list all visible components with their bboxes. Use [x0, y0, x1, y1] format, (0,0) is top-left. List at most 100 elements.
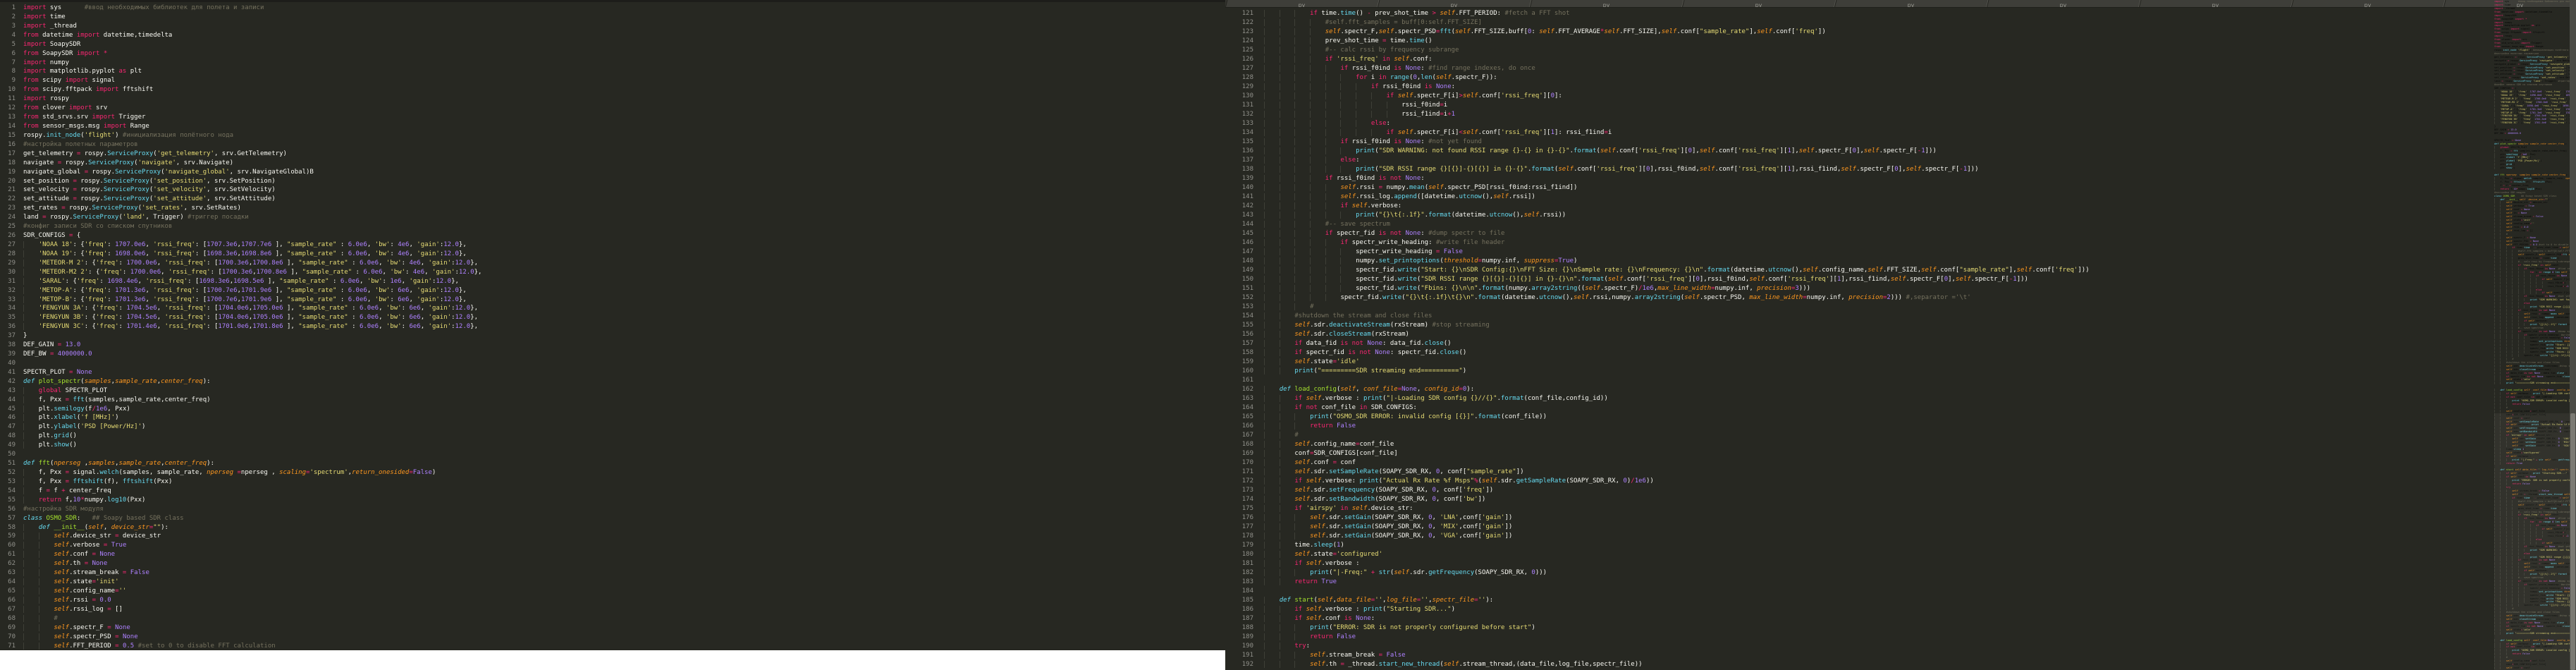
code-line[interactable]: 4from datetime import datetime,timedelta — [0, 31, 1225, 40]
code-line[interactable]: 136 print("SDR WARNING: not found RSSI r… — [1225, 147, 2576, 156]
editor-tab[interactable]: py — [1680, 0, 1836, 8]
code-line[interactable]: 150 spectr_fid.write("SDR RSSI range {}[… — [1225, 275, 2576, 284]
code-line[interactable]: 166 return False — [1225, 422, 2576, 431]
code-line[interactable]: 31 'SARAL': {'freq': 1698.4e6, 'rssi_fre… — [0, 277, 1225, 286]
code-line[interactable]: 128 for i in range(0,len(self.spectr_F))… — [1225, 73, 2576, 83]
code-line[interactable]: 141 self.rssi_log.append([datetime.utcno… — [1225, 193, 2576, 202]
code-line[interactable]: 151 spectr_fid.write("Fbins: {}\n\n".for… — [1225, 284, 2576, 293]
code-line[interactable]: 178 self.sdr.setGain(SOAPY_SDR_RX, 0, 'V… — [1225, 532, 2576, 541]
code-line[interactable]: 34 'FENGYUN 3A': {'freq': 1704.5e6, 'rss… — [0, 304, 1225, 313]
code-line[interactable]: 138 print("SDR RSSI range {}[{}]-{}[{}] … — [1225, 165, 2576, 174]
code-line[interactable]: 143 print("{}\t{:.1f}".format(datetime.u… — [1225, 211, 2576, 220]
code-line[interactable]: 36 'FENGYUN 3C': {'freq': 1701.4e6, 'rss… — [0, 322, 1225, 331]
code-line[interactable]: 181 if self.verbose : — [1225, 559, 2576, 568]
code-line[interactable]: 168 self.config_name=conf_file — [1225, 440, 2576, 449]
code-line[interactable]: 59 self.device_str = device_str — [0, 532, 1225, 541]
left-editor-pane[interactable]: 1import sys #ввод необходимых библиотек … — [0, 0, 1225, 650]
code-line[interactable]: 44 f, Pxx = fft(samples,sample_rate,cent… — [0, 396, 1225, 405]
code-line[interactable]: 68 # — [0, 614, 1225, 623]
code-line[interactable]: 32 'METOP-A': {'freq': 1701.3e6, 'rssi_f… — [0, 286, 1225, 296]
code-line[interactable]: 15rospy.init_node('flight') #инициализац… — [0, 131, 1225, 140]
code-line[interactable]: 152 spectr_fid.write("{}\t{:.1f}\t{}\n".… — [1225, 293, 2576, 303]
code-line[interactable]: 186 if self.verbose : print("Starting SD… — [1225, 605, 2576, 614]
tab-bar[interactable]: pypypypypypypypypy — [1225, 0, 2576, 8]
code-line[interactable]: 10from scipy.fftpack import fftshift — [0, 85, 1225, 95]
code-line[interactable]: 7import numpy — [0, 59, 1225, 68]
code-line[interactable]: 57class OSMO_SDR: ## Soapy based SDR cla… — [0, 514, 1225, 523]
code-line[interactable]: 43 global SPECTR_PLOT — [0, 386, 1225, 396]
code-line[interactable]: 133 else: — [1225, 119, 2576, 128]
code-line[interactable]: 179 time.sleep(1) — [1225, 541, 2576, 550]
code-line[interactable]: 159 self.state='idle' — [1225, 358, 2576, 367]
code-line[interactable]: 27 'NOAA 18': {'freq': 1707.0e6, 'rssi_f… — [0, 240, 1225, 250]
code-line[interactable]: 69 self.spectr_F = None — [0, 623, 1225, 633]
code-line[interactable]: 8import matplotlib.pyplot as plt — [0, 67, 1225, 76]
editor-tab[interactable]: py — [1528, 0, 1683, 8]
code-line[interactable]: 161 — [1225, 376, 2576, 385]
code-line[interactable]: 56#настройка SDR модуля — [0, 505, 1225, 514]
code-line[interactable]: 135 if rssi_f0ind is None: #not yet foun… — [1225, 138, 2576, 147]
code-line[interactable]: 67 self.rssi_log = [] — [0, 605, 1225, 614]
editor-tab[interactable]: py — [1832, 0, 1988, 8]
code-line[interactable]: 134 if self.spectr_F[i]<self.conf['rssi_… — [1225, 128, 2576, 138]
code-line[interactable]: 58 def __init__(self, device_str=""): — [0, 523, 1225, 532]
code-line[interactable]: 23set_rates = rospy.ServiceProxy('set_ra… — [0, 204, 1225, 213]
code-line[interactable]: 175 if 'airspy' in self.device_str: — [1225, 504, 2576, 513]
editor-tab[interactable]: py — [2137, 0, 2293, 8]
code-line[interactable]: 171 self.sdr.setSampleRate(SOAPY_SDR_RX,… — [1225, 468, 2576, 477]
code-line[interactable]: 144 #-- save spectrum — [1225, 220, 2576, 229]
code-line[interactable]: 3import _thread — [0, 22, 1225, 31]
code-line[interactable]: 49 plt.show() — [0, 441, 1225, 450]
code-line[interactable]: 148 numpy.set_printoptions(threshold=num… — [1225, 257, 2576, 266]
code-line[interactable]: 158 if spectr_fid is not None: spectr_fi… — [1225, 348, 2576, 358]
code-line[interactable]: 122 #self.fft_samples = buff[0:self.FFT_… — [1225, 18, 2576, 28]
code-line[interactable]: 130 if self.spectr_F[i]>self.conf['rssi_… — [1225, 92, 2576, 101]
code-line[interactable]: 157 if data_fid is not None: data_fid.cl… — [1225, 339, 2576, 348]
code-line[interactable]: 160 print("=========SDR streaming end===… — [1225, 367, 2576, 376]
code-line[interactable]: 165 print("OSMO_SDR ERROR: invalid confi… — [1225, 413, 2576, 422]
code-line[interactable]: 11import rospy — [0, 95, 1225, 104]
code-line[interactable]: 172 if self.verbose: print("Actual Rx Ra… — [1225, 477, 2576, 486]
code-line[interactable]: 125 #-- calc rssi by frequency subrange — [1225, 46, 2576, 55]
code-line[interactable]: 131 rssi_f0ind=i — [1225, 101, 2576, 110]
code-line[interactable]: 140 self.rssi = numpy.mean(self.spectr_P… — [1225, 183, 2576, 193]
code-line[interactable]: 2import time — [0, 13, 1225, 22]
code-line[interactable]: 50 — [0, 450, 1225, 459]
code-line[interactable]: 176 self.sdr.setGain(SOAPY_SDR_RX, 0, 'L… — [1225, 513, 2576, 523]
code-line[interactable]: 46 plt.xlabel('f [MHz]') — [0, 413, 1225, 422]
code-line[interactable]: 6from SoapySDR import * — [0, 49, 1225, 59]
code-line[interactable]: 22set_attitude = rospy.ServiceProxy('set… — [0, 195, 1225, 204]
code-line[interactable]: 20set_position = rospy.ServiceProxy('set… — [0, 177, 1225, 186]
code-line[interactable]: 55 return f,10*numpy.log10(Pxx) — [0, 496, 1225, 505]
code-line[interactable]: 169 conf=SDR_CONFIGS[conf_file] — [1225, 449, 2576, 458]
left-code-area[interactable]: 1import sys #ввод необходимых библиотек … — [0, 2, 1225, 650]
code-line[interactable]: 14from sensor_msgs.msg import Range — [0, 122, 1225, 131]
code-line[interactable]: 52 f, Pxx = signal.welch(samples, sample… — [0, 468, 1225, 477]
code-line[interactable]: 146 if spectr_write_heading: #write file… — [1225, 238, 2576, 248]
code-line[interactable]: 127 if rssi_f0ind is None: #find range i… — [1225, 64, 2576, 73]
code-line[interactable]: 180 self.state='configured' — [1225, 550, 2576, 559]
code-line[interactable]: 5import SoapySDR — [0, 40, 1225, 49]
code-line[interactable]: 53 f, Pxx = fftshift(f), fftshift(Pxx) — [0, 477, 1225, 487]
code-line[interactable]: 45 plt.semilogy(f/1e6, Pxx) — [0, 405, 1225, 414]
code-line[interactable]: 47 plt.ylabel('PSD [Power/Hz]') — [0, 422, 1225, 432]
code-line[interactable]: 190 try: — [1225, 642, 2576, 651]
code-line[interactable]: 149 spectr_fid.write("Start: {}\nSDR Con… — [1225, 266, 2576, 275]
code-line[interactable]: 187 if self.conf is None: — [1225, 614, 2576, 623]
code-line[interactable]: 19navigate_global = rospy.ServiceProxy('… — [0, 168, 1225, 177]
right-code-area[interactable]: 121 if time.time() - prev_shot_time > se… — [1225, 8, 2576, 669]
code-line[interactable]: 17get_telemetry = rospy.ServiceProxy('ge… — [0, 150, 1225, 159]
code-line[interactable]: 37} — [0, 331, 1225, 341]
code-line[interactable]: 139 if rssi_f0ind is not None: — [1225, 174, 2576, 183]
code-line[interactable]: 65 self.config_name='' — [0, 587, 1225, 596]
code-line[interactable]: 51def fft(nperseg ,samples,sample_rate,c… — [0, 459, 1225, 468]
code-line[interactable]: 145 if spectr_fid is not None: #dump spe… — [1225, 229, 2576, 238]
code-line[interactable]: 24land = rospy.ServiceProxy('land', Trig… — [0, 213, 1225, 222]
code-line[interactable]: 147 spectr_write_heading = False — [1225, 248, 2576, 257]
code-line[interactable]: 188 print("ERROR: SDR is not properly co… — [1225, 623, 2576, 633]
code-line[interactable]: 48 plt.grid() — [0, 432, 1225, 441]
code-line[interactable]: 62 self.th = None — [0, 559, 1225, 568]
code-line[interactable]: 25#конфиг записи SDR со списком спутнико… — [0, 222, 1225, 231]
code-line[interactable]: 124 prev_shot_time = time.time() — [1225, 37, 2576, 46]
code-line[interactable]: 54 f = f + center_freq — [0, 487, 1225, 496]
